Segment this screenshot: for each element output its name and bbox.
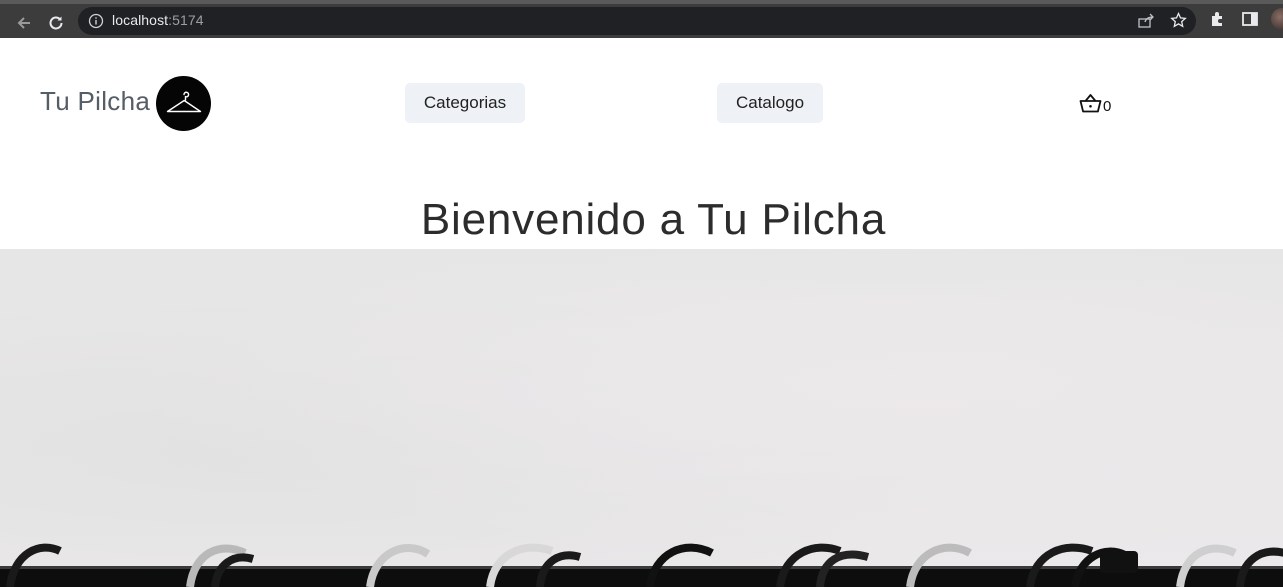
brand-name[interactable]: Tu Pilcha (40, 86, 150, 117)
welcome-title: Bienvenido a Tu Pilcha (420, 195, 887, 244)
extensions-icon[interactable] (1209, 10, 1227, 32)
address-bar[interactable]: localhost:5174 (78, 7, 1196, 35)
clothes-rack-illustration (0, 543, 1283, 587)
cart-button[interactable]: 0 (1079, 93, 1111, 118)
star-icon[interactable] (1170, 11, 1187, 33)
url-host: localhost (112, 12, 169, 28)
hero-image (0, 249, 1283, 587)
info-icon[interactable] (88, 13, 104, 29)
nav-categorias-button[interactable]: Categorias (405, 83, 525, 123)
page: Tu Pilcha Categorias Catalogo 0 Bienveni… (0, 38, 1283, 587)
back-arrow-icon[interactable] (12, 11, 36, 35)
reload-icon[interactable] (44, 11, 68, 35)
nav-catalogo-button[interactable]: Catalogo (717, 83, 823, 123)
basket-icon[interactable] (1079, 93, 1102, 118)
hanger-icon[interactable] (156, 76, 211, 131)
browser-toolbar: localhost:5174 (0, 0, 1283, 38)
share-icon[interactable] (1137, 13, 1155, 33)
profile-avatar[interactable] (1271, 8, 1283, 30)
url-port: :5174 (168, 12, 204, 28)
url-text[interactable]: localhost:5174 (112, 12, 204, 28)
sidepanel-icon[interactable] (1241, 10, 1259, 32)
cart-count: 0 (1103, 98, 1112, 115)
